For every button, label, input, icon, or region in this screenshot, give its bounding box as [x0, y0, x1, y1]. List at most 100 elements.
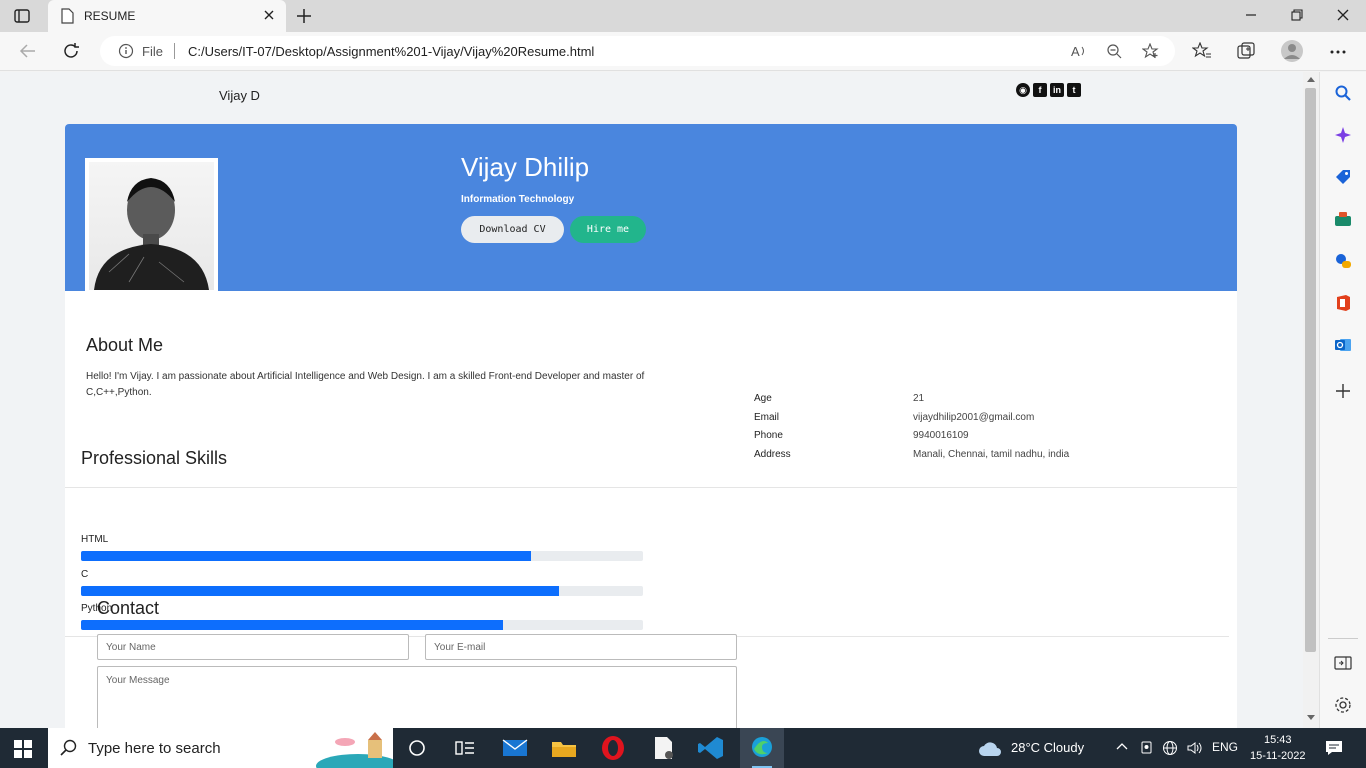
address-value: Manali, Chennai, tamil nadhu, india: [913, 449, 1070, 460]
file-label: File: [142, 44, 163, 59]
edge-sidebar: [1319, 72, 1366, 728]
new-tab-icon[interactable]: [294, 6, 314, 31]
minimize-icon[interactable]: [1244, 8, 1258, 27]
restore-icon[interactable]: [1290, 8, 1304, 27]
search-placeholder: Type here to search: [88, 740, 221, 757]
sidebar-divider: [1328, 638, 1358, 639]
hero-name: Vijay Dhilip: [461, 152, 590, 182]
twitter-icon[interactable]: t: [1067, 83, 1081, 97]
profile-avatar-icon[interactable]: [1280, 39, 1304, 68]
phone-value: 9940016109: [913, 430, 969, 441]
skill-bar: [81, 551, 643, 561]
more-options-icon[interactable]: [1329, 44, 1347, 62]
search-highlight-image: [313, 730, 400, 768]
address-bar-row: File C:/Users/IT-07/Desktop/Assignment%2…: [0, 32, 1366, 71]
read-aloud-icon[interactable]: A: [1070, 43, 1088, 64]
weather-text[interactable]: 28°C Cloudy: [1011, 740, 1084, 755]
clock-date: 15-11-2022: [1250, 750, 1306, 762]
games-icon[interactable]: [1334, 252, 1352, 270]
skill-bar-fill: [81, 586, 559, 596]
resume-card: Vijay Dhilip Information Technology Down…: [65, 124, 1237, 728]
vscode-icon[interactable]: [696, 734, 726, 762]
close-window-icon[interactable]: [1336, 8, 1350, 27]
skill-bar: [81, 620, 643, 630]
skill-bar-fill: [81, 551, 531, 561]
tab-strip: RESUME: [0, 0, 1366, 32]
url-text[interactable]: C:/Users/IT-07/Desktop/Assignment%201-Vi…: [188, 44, 594, 59]
brand-name[interactable]: Vijay D: [219, 88, 260, 103]
email-label: Email: [754, 412, 780, 423]
weather-cloud-icon[interactable]: [978, 738, 1004, 763]
taskbar-search[interactable]: Type here to search: [48, 728, 400, 768]
about-heading: About Me: [86, 335, 164, 355]
page-viewport: Vijay D ◉ f in t Vijay Dhilip Informatio…: [0, 72, 1303, 728]
scrollbar-thumb[interactable]: [1305, 88, 1316, 652]
message-field[interactable]: [97, 666, 737, 728]
shopping-tag-icon[interactable]: [1334, 168, 1352, 186]
hire-me-button[interactable]: Hire me: [570, 216, 646, 243]
clock-time: 15:43: [1263, 734, 1292, 746]
settings-icon[interactable]: [1334, 696, 1352, 714]
profile-photo: [85, 158, 218, 291]
file-explorer-icon[interactable]: [549, 734, 579, 762]
edge-taskbar-icon[interactable]: [740, 728, 784, 768]
favorites-icon[interactable]: [1191, 41, 1212, 65]
skill-label: C: [81, 569, 89, 580]
skill-label: HTML: [81, 534, 109, 545]
network-icon[interactable]: [1162, 740, 1178, 759]
search-icon: [60, 739, 78, 762]
page-scrollbar[interactable]: [1303, 72, 1319, 728]
outlook-icon[interactable]: [1334, 336, 1352, 354]
hide-sidebar-icon[interactable]: [1334, 654, 1352, 672]
taskbar: Type here to search 28°C Cloudy ENG 15:4…: [0, 728, 1366, 768]
back-icon[interactable]: [18, 42, 38, 65]
hero-banner: Vijay Dhilip Information Technology Down…: [65, 124, 1237, 291]
address-label: Address: [754, 449, 791, 460]
skills-heading: Professional Skills: [81, 448, 228, 468]
svg-text:A: A: [1071, 44, 1080, 59]
name-field[interactable]: [97, 634, 409, 660]
collections-icon[interactable]: [1236, 42, 1256, 65]
social-links: ◉ f in t: [1016, 83, 1081, 97]
github-icon[interactable]: ◉: [1016, 83, 1030, 97]
skill-bar-fill: [81, 620, 503, 630]
email-field[interactable]: [425, 634, 737, 660]
page-icon: [60, 8, 74, 29]
task-view-icon[interactable]: [402, 734, 432, 762]
copilot-icon[interactable]: [1334, 126, 1352, 144]
refresh-icon[interactable]: [62, 42, 82, 65]
volume-icon[interactable]: [1186, 740, 1202, 759]
divider: [65, 487, 1237, 488]
email-value: vijaydhilip2001@gmail.com: [913, 412, 1035, 423]
show-hidden-icons[interactable]: [1116, 740, 1128, 755]
windows-start-icon[interactable]: [14, 740, 32, 763]
age-value: 21: [913, 393, 925, 404]
add-favorite-icon[interactable]: [1141, 42, 1160, 64]
tab-actions-icon[interactable]: [12, 7, 32, 25]
search-icon[interactable]: [1334, 84, 1352, 102]
browser-tab[interactable]: RESUME: [48, 0, 286, 32]
download-cv-button[interactable]: Download CV: [461, 216, 564, 243]
info-icon[interactable]: [118, 43, 134, 64]
meet-icon[interactable]: [1140, 740, 1154, 757]
add-icon[interactable]: [1334, 382, 1352, 400]
zoom-out-icon[interactable]: [1106, 43, 1122, 64]
age-label: Age: [754, 393, 772, 404]
linkedin-icon[interactable]: in: [1050, 83, 1064, 97]
facebook-icon[interactable]: f: [1033, 83, 1047, 97]
clock[interactable]: 15:43 15-11-2022: [1250, 732, 1305, 764]
skill-bar: [81, 586, 643, 596]
close-tab-icon[interactable]: [262, 8, 276, 27]
opera-icon[interactable]: [598, 734, 628, 762]
widgets-icon[interactable]: [450, 734, 480, 762]
document-app-icon[interactable]: [648, 734, 678, 762]
mail-icon[interactable]: [500, 734, 530, 762]
about-text: Hello! I'm Vijay. I am passionate about …: [86, 371, 645, 398]
contact-heading: Contact: [97, 598, 160, 618]
language-indicator[interactable]: ENG: [1212, 740, 1238, 754]
phone-label: Phone: [754, 430, 783, 441]
address-bar[interactable]: File C:/Users/IT-07/Desktop/Assignment%2…: [100, 36, 1175, 66]
tools-icon[interactable]: [1334, 210, 1352, 228]
office-icon[interactable]: [1334, 294, 1352, 312]
notifications-icon[interactable]: [1325, 740, 1343, 761]
